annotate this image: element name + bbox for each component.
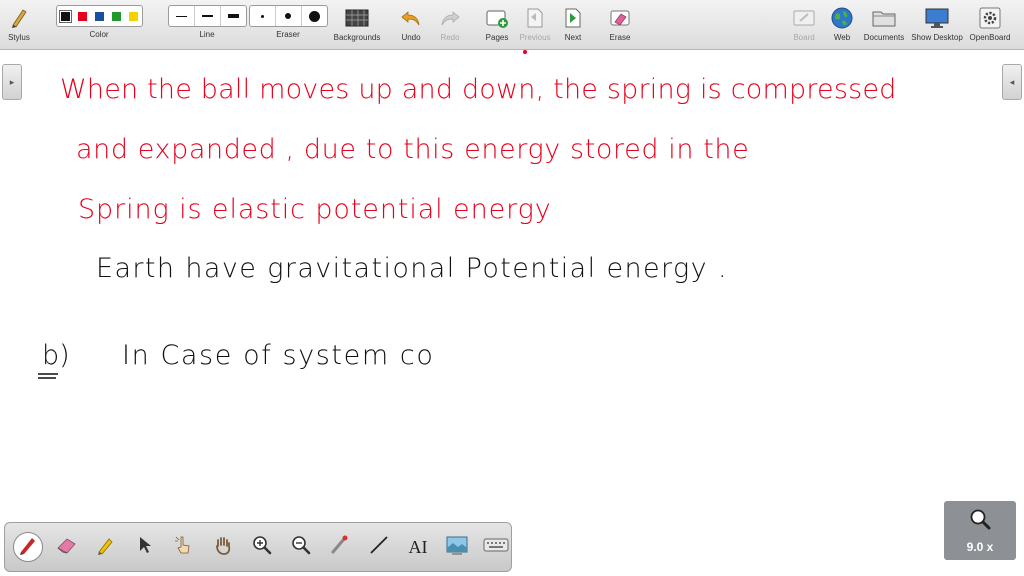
documents-button[interactable]: Documents [862,0,906,50]
erase-all-icon [608,5,632,31]
color-swatches [55,5,143,27]
openboard-label: OpenBoard [969,33,1011,42]
redo-label: Redo [440,33,460,42]
main-toolbar: Stylus Color Line Eraser Backgrounds Und… [0,0,1024,50]
line-width-options [167,5,247,27]
zoom-level: 9.0 x [966,540,994,554]
undo-label: Undo [401,33,421,42]
laser-pointer-icon [329,534,351,561]
highlighter-tool[interactable] [91,532,121,562]
pen-tool[interactable] [13,532,43,562]
hand-pointer-icon [173,534,195,561]
line-thin-option[interactable] [169,6,195,26]
hand-tool[interactable] [208,532,238,562]
color-swatch-black[interactable] [58,9,72,23]
line-medium-option[interactable] [195,6,221,26]
line-label: Line [199,30,215,39]
keyboard-tool[interactable] [481,532,511,562]
backgrounds-button[interactable]: Backgrounds [332,0,382,50]
erase-label: Erase [609,33,631,42]
line-tool[interactable] [364,532,394,562]
add-page-icon [485,5,509,31]
zoom-in-icon [251,534,273,561]
board-label: Board [793,33,815,42]
eraser-tool[interactable] [52,532,82,562]
undo-button[interactable]: Undo [397,0,425,50]
eraser-small-option[interactable] [250,6,276,26]
erase-button[interactable]: Erase [606,0,634,50]
color-swatch-red[interactable] [77,11,87,21]
text-icon: AI [408,536,428,557]
handwriting-line-4: Earth have gravitational Potential energ… [96,253,728,284]
color-swatch-green[interactable] [111,11,121,21]
handwriting-line-2: and expanded , due to this energy stored… [76,134,750,165]
line-width-picker[interactable]: Line [167,0,247,50]
eraser-icon [55,535,79,560]
eraser-medium-option[interactable] [276,6,302,26]
gear-icon [978,5,1002,31]
zoom-out-icon [290,534,312,561]
capture-icon [445,534,469,561]
keyboard-icon [483,537,509,558]
board-button[interactable]: Board [790,0,818,50]
zoom-indicator[interactable]: 9.0 x [944,501,1016,560]
whiteboard-canvas[interactable]: When the ball moves up and down, the spr… [0,50,1024,576]
previous-page-icon [525,5,545,31]
pages-button[interactable]: Pages [482,0,512,50]
zoom-in-tool[interactable] [247,532,277,562]
previous-page-button[interactable]: Previous [518,0,552,50]
previous-label: Previous [519,33,551,42]
eraser-size-picker[interactable]: Eraser [248,0,328,50]
web-button[interactable]: Web [828,0,856,50]
show-desktop-button[interactable]: Show Desktop [910,0,964,50]
pages-label: Pages [485,33,509,42]
backgrounds-icon [345,5,369,31]
capture-tool[interactable] [442,532,472,562]
openboard-button[interactable]: OpenBoard [968,0,1012,50]
handwriting-part-label: b) [42,340,70,371]
eraser-size-options [248,5,328,27]
folder-icon [871,5,897,31]
globe-icon [830,5,854,31]
monitor-icon [924,5,950,31]
highlighter-icon [95,534,117,561]
interact-tool[interactable] [169,532,199,562]
next-page-button[interactable]: Next [560,0,586,50]
color-label: Color [89,30,109,39]
stylus-palette: AI [4,522,512,572]
zoom-magnifier-icon [968,507,992,536]
line-thick-option[interactable] [221,6,246,26]
stylus-label: Stylus [8,33,30,42]
pen-icon [17,534,39,561]
redo-button[interactable]: Redo [436,0,464,50]
show-desktop-label: Show Desktop [911,33,963,42]
selector-tool[interactable] [130,532,160,562]
color-swatch-blue[interactable] [94,11,104,21]
laser-pointer-tool[interactable] [325,532,355,562]
text-tool[interactable]: AI [403,532,433,562]
next-label: Next [564,33,582,42]
stylus-button[interactable]: Stylus [4,0,34,50]
backgrounds-label: Backgrounds [333,33,381,42]
next-page-icon [563,5,583,31]
undo-icon [400,5,422,31]
handwriting-line-3: Spring is elastic potential energy [78,194,552,225]
ink-dot [523,50,527,54]
redo-icon [439,5,461,31]
board-icon [792,5,816,31]
color-swatch-yellow[interactable] [128,11,138,21]
pointer-icon [137,535,153,560]
underline-mark [38,373,58,379]
color-picker[interactable]: Color [45,0,153,50]
eraser-large-option[interactable] [302,6,327,26]
eraser-label: Eraser [276,30,300,39]
handwriting-line-5: In Case of system co [122,340,435,371]
stylus-icon [9,5,29,31]
handwriting-line-1: When the ball moves up and down, the spr… [60,74,897,105]
pan-hand-icon [212,534,234,561]
line-icon [368,534,390,561]
documents-label: Documents [863,33,905,42]
web-label: Web [833,33,851,42]
zoom-out-tool[interactable] [286,532,316,562]
